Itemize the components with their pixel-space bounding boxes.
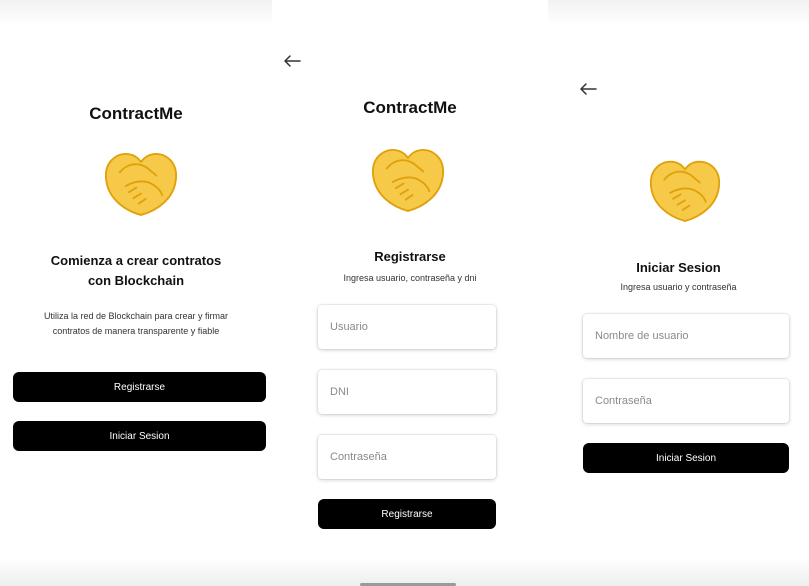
register-submit-button[interactable]: Registrarse xyxy=(318,499,496,529)
dni-input[interactable]: DNI xyxy=(318,370,496,414)
username-input[interactable]: Usuario xyxy=(318,305,496,349)
welcome-description: Utiliza la red de Blockchain para crear … xyxy=(10,309,262,339)
welcome-description-line2: contratos de manera transparente y fiabl… xyxy=(52,326,220,336)
status-bar-area xyxy=(0,0,272,26)
password-input[interactable]: Contraseña xyxy=(583,379,789,423)
password-input[interactable]: Contraseña xyxy=(318,435,496,479)
login-screen: Iniciar Sesion Ingresa usuario y contras… xyxy=(548,0,809,586)
bottom-area xyxy=(0,558,272,586)
app-title: ContractMe xyxy=(363,98,457,117)
handshake-icon xyxy=(371,149,445,212)
app-title: ContractMe xyxy=(89,104,183,123)
password-placeholder: Contraseña xyxy=(595,395,652,407)
bottom-area xyxy=(272,558,548,586)
username-input[interactable]: Nombre de usuario xyxy=(583,314,789,358)
register-screen: ContractMe Registrarse Ingresa usuario, … xyxy=(272,0,548,586)
login-hint: Ingresa usuario y contraseña xyxy=(620,282,737,292)
username-placeholder: Usuario xyxy=(330,321,368,333)
login-submit-button[interactable]: Iniciar Sesion xyxy=(583,443,789,473)
handshake-icon xyxy=(649,160,721,222)
handshake-icon xyxy=(104,153,178,216)
welcome-heading-line1: Comienza a crear contratos xyxy=(50,253,222,268)
welcome-description-line1: Utiliza la red de Blockchain para crear … xyxy=(43,311,229,321)
welcome-screen: ContractMe Comienza a crear contratos co… xyxy=(0,0,272,586)
register-heading: Registrarse xyxy=(374,249,446,264)
dni-placeholder: DNI xyxy=(330,386,349,398)
bottom-area xyxy=(548,558,809,586)
welcome-heading-line2: con Blockchain xyxy=(87,273,185,288)
arrow-left-icon[interactable] xyxy=(282,53,302,69)
password-placeholder: Contraseña xyxy=(330,451,387,463)
register-hint: Ingresa usuario, contraseña y dni xyxy=(343,273,477,283)
welcome-heading: Comienza a crear contratos con Blockchai… xyxy=(0,251,272,291)
login-heading: Iniciar Sesion xyxy=(636,260,721,275)
login-button[interactable]: Iniciar Sesion xyxy=(13,421,266,451)
status-bar-area xyxy=(548,0,809,26)
arrow-left-icon[interactable] xyxy=(578,81,598,97)
username-placeholder: Nombre de usuario xyxy=(595,330,689,342)
register-button[interactable]: Registrarse xyxy=(13,372,266,402)
